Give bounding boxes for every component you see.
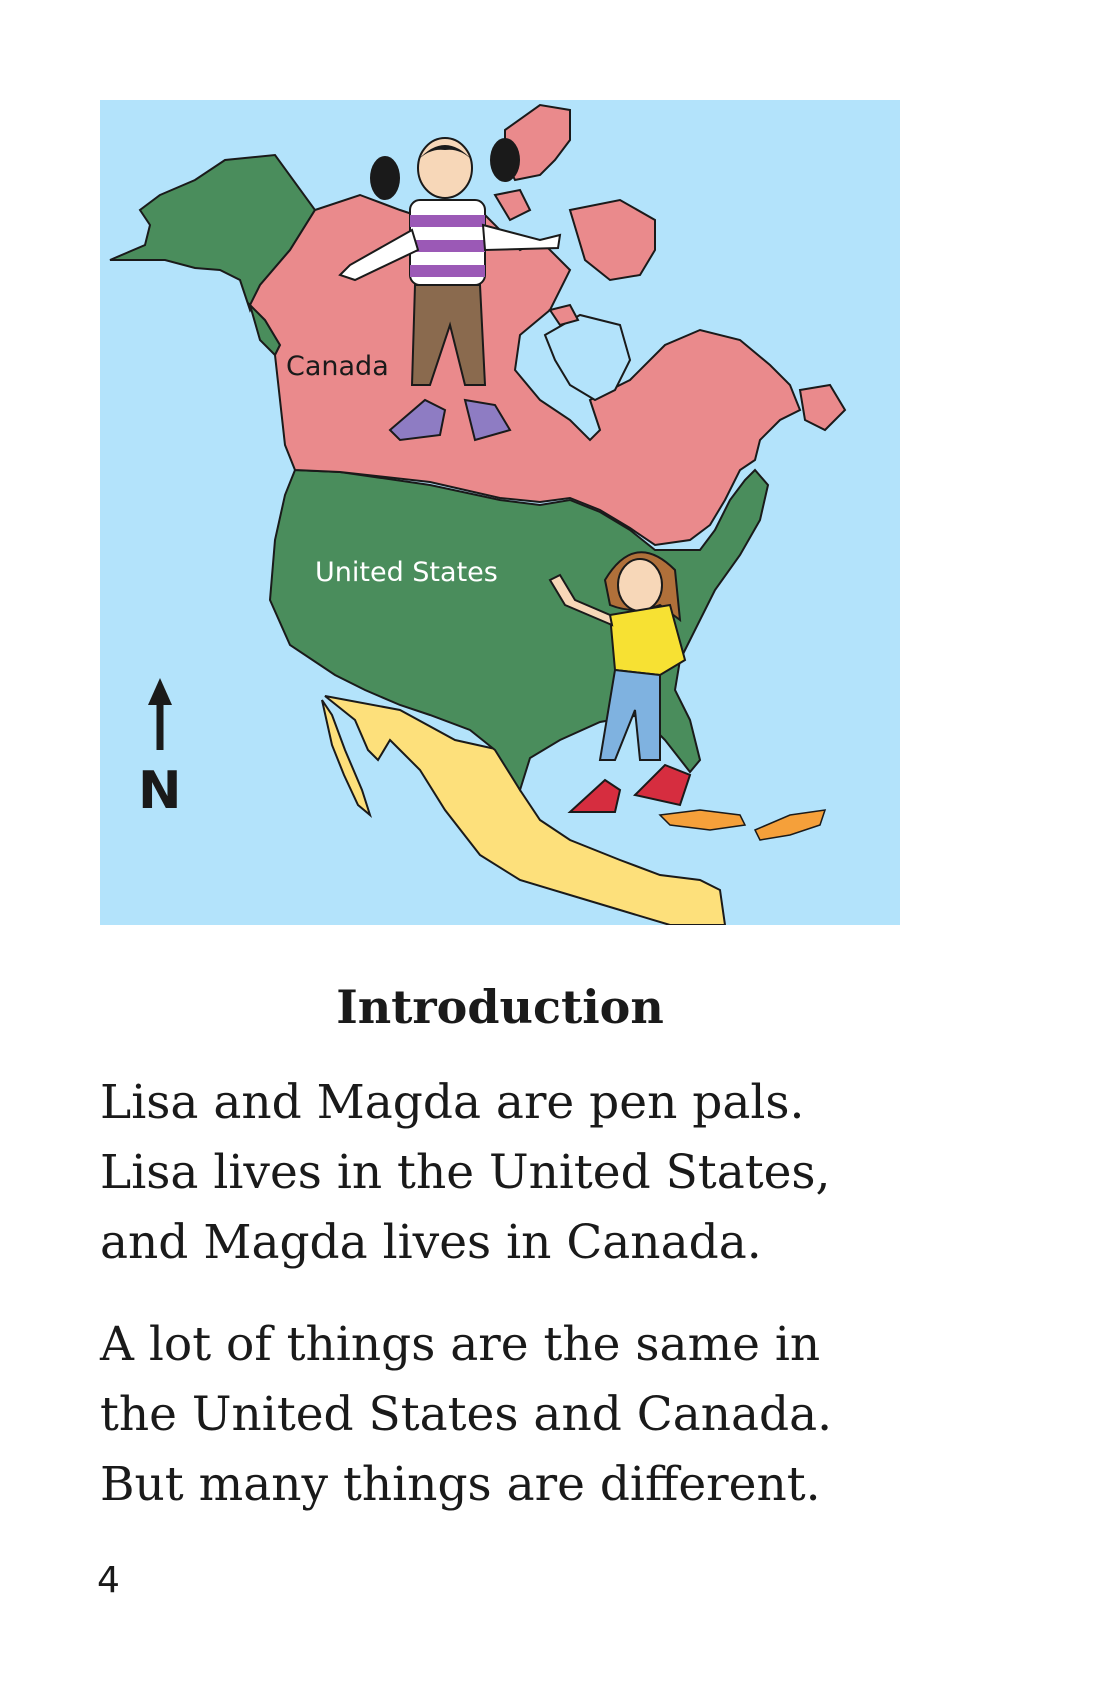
paragraph-line: the United States and Canada. [100, 1387, 833, 1442]
section-heading: Introduction [336, 980, 664, 1034]
paragraph-2: A lot of things are the same in the Unit… [100, 1310, 1000, 1520]
caribbean-island-2 [753, 809, 827, 841]
map-svg: Canada United States N [109, 103, 847, 925]
paragraph-line: Lisa and Magda are pen pals. [100, 1075, 805, 1130]
caribbean-island-1 [658, 809, 747, 831]
compass-north-label: N [138, 761, 182, 821]
paragraph-line: A lot of things are the same in [100, 1317, 821, 1372]
canada-map-label: Canada [286, 351, 389, 382]
arctic-island-4 [548, 303, 580, 327]
paragraph-line: But many things are different. [100, 1457, 821, 1512]
united-states-map-label: United States [315, 557, 498, 588]
north-america-map-illustration: Canada United States N [100, 100, 900, 925]
arctic-island-2 [568, 198, 656, 282]
paragraph-1: Lisa and Magda are pen pals. Lisa lives … [100, 1068, 1000, 1278]
hudson-bay [543, 313, 632, 402]
page-number: 4 [97, 1560, 120, 1601]
paragraph-line: Lisa lives in the United States, [100, 1145, 831, 1200]
paragraph-line: and Magda lives in Canada. [100, 1215, 762, 1270]
north-arrow-icon [148, 678, 172, 750]
newfoundland [798, 383, 847, 432]
arctic-island-3 [493, 188, 532, 222]
